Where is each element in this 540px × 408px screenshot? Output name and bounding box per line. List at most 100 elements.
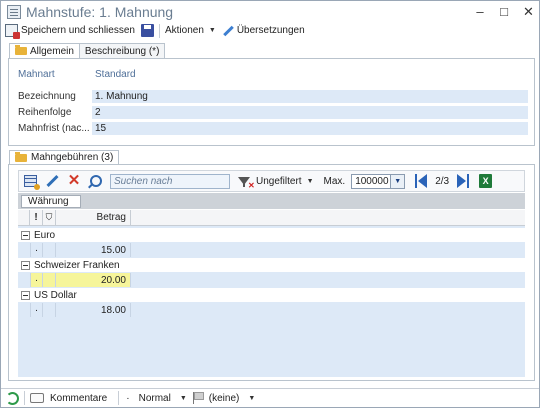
last-page-button[interactable] — [457, 174, 470, 188]
tab-mahngebuehren[interactable]: Mahngebühren (3) — [9, 150, 120, 164]
max-records-dropdown[interactable]: ▼ — [391, 173, 406, 189]
status-bar: Kommentare · Normal ▼ (keine) ▼ — [1, 388, 539, 407]
general-panel: Mahnart Standard Bezeichnung 1. Mahnung … — [8, 58, 535, 146]
page-indicator: 2/3 — [435, 175, 450, 187]
folder-icon — [15, 151, 27, 162]
table-row[interactable]: · 15.00 — [18, 243, 525, 257]
group-row-usd[interactable]: US Dollar — [18, 288, 525, 302]
excel-export-icon[interactable]: X — [479, 174, 493, 188]
save-icon[interactable] — [140, 24, 154, 37]
main-toolbar: Speichern und schliessen Aktionen ▼ Über… — [1, 22, 539, 39]
status-separator — [118, 391, 120, 405]
new-grid-icon — [23, 175, 40, 190]
chevron-down-icon: ▼ — [179, 394, 187, 402]
fees-panel: ✕ Suchen nach ✕ Ungefiltert ▼ Max. 10000… — [8, 164, 535, 381]
first-page-button[interactable] — [415, 174, 428, 188]
form-icon — [7, 4, 21, 19]
grid-body: Euro · 15.00 Schweizer Franken · 20.00 U — [18, 226, 525, 377]
search-input[interactable]: Suchen nach — [110, 173, 230, 189]
pencil-icon — [222, 25, 234, 37]
search-button[interactable] — [88, 173, 104, 189]
chevron-down-icon: ▼ — [248, 394, 256, 402]
flag-menu[interactable]: (keine) ▼ — [192, 392, 256, 404]
group-row-euro[interactable]: Euro — [18, 228, 525, 242]
translations-button[interactable]: Übersetzungen — [222, 25, 305, 37]
tab-label: Mahngebühren (3) — [31, 152, 114, 163]
filter-column-header[interactable]: ⛉ — [43, 209, 56, 226]
minimize-button[interactable]: – — [475, 4, 485, 20]
grid-header: ! ⛉ Betrag — [18, 209, 525, 226]
maximize-button[interactable]: □ — [499, 4, 509, 20]
amount-cell[interactable]: 15.00 — [56, 243, 131, 257]
chevron-down-icon: ▼ — [208, 27, 216, 34]
mahnart-label: Mahnart — [18, 69, 55, 80]
bezeichnung-label: Bezeichnung — [18, 91, 76, 102]
flag-icon — [192, 392, 204, 404]
delete-button[interactable]: ✕ — [66, 173, 82, 189]
comments-label: Kommentare — [50, 392, 108, 404]
mahnart-row: Mahnart Standard — [18, 68, 136, 81]
amount-cell[interactable]: 18.00 — [56, 303, 131, 317]
pencil-icon — [45, 174, 59, 188]
funnel-icon: ⛉ — [45, 212, 53, 222]
window-title: Mahnstufe: 1. Mahnung — [26, 3, 174, 20]
save-and-close-button[interactable]: Speichern und schliessen — [5, 24, 135, 39]
tab-beschreibung[interactable]: Beschreibung (*) — [78, 43, 166, 58]
group-label: Schweizer Franken — [34, 259, 120, 271]
close-button[interactable]: ✕ — [523, 4, 534, 20]
tab-label: Allgemein — [30, 45, 74, 57]
collapse-icon[interactable] — [21, 230, 30, 240]
table-row[interactable]: · 18.00 — [18, 303, 525, 317]
reihenfolge-field[interactable]: 2 — [92, 106, 528, 119]
max-label: Max. — [323, 175, 346, 187]
status-separator — [24, 391, 25, 405]
tab-label: Beschreibung (*) — [84, 45, 160, 57]
save-close-icon — [5, 24, 20, 39]
title-bar: Mahnstufe: 1. Mahnung – □ ✕ — [1, 1, 539, 22]
max-records-input[interactable]: 100000 — [351, 173, 392, 189]
filter-icon: ✕ — [238, 177, 255, 190]
row-marker: · — [30, 303, 43, 317]
mahnfrist-field[interactable]: 15 — [92, 122, 528, 135]
actions-menu-button[interactable]: Aktionen ▼ — [165, 25, 216, 36]
chevron-down-icon: ▼ — [306, 177, 314, 185]
main-tabs: Allgemein Beschreibung (*) — [9, 43, 166, 58]
reihenfolge-label: Reihenfolge — [18, 107, 72, 118]
flag-label: (keine) — [208, 392, 240, 404]
grid-toolbar: ✕ Suchen nach ✕ Ungefiltert ▼ Max. 10000… — [18, 170, 525, 192]
new-record-button[interactable] — [22, 173, 40, 190]
amount-cell[interactable]: 20.00 — [56, 273, 131, 287]
history-icon[interactable] — [6, 391, 19, 405]
save-and-close-label: Speichern und schliessen — [21, 25, 135, 36]
mahnfrist-label: Mahnfrist (nac... — [18, 123, 90, 134]
mahnart-value[interactable]: Standard — [92, 68, 136, 81]
row-marker: · — [30, 243, 43, 257]
mahnfrist-row: Mahnfrist (nac... 15 — [18, 122, 528, 135]
row-marker: · — [30, 273, 43, 287]
priority-dot-icon: · — [126, 392, 130, 404]
exclamation-column-header[interactable]: ! — [30, 209, 43, 226]
group-by-panel: Währung — [18, 193, 525, 209]
filter-label: Ungefiltert — [256, 175, 302, 187]
dialog-window: Mahnstufe: 1. Mahnung – □ ✕ Speichern un… — [0, 0, 540, 408]
collapse-icon[interactable] — [21, 260, 30, 270]
tab-allgemein[interactable]: Allgemein — [9, 43, 80, 58]
comments-button[interactable]: Kommentare — [30, 393, 107, 404]
group-row-chf[interactable]: Schweizer Franken — [18, 258, 525, 272]
group-label: US Dollar — [34, 289, 77, 301]
edit-button[interactable] — [44, 173, 60, 189]
search-icon — [90, 175, 102, 187]
priority-menu[interactable]: · Normal ▼ — [124, 393, 187, 404]
amount-column-header[interactable]: Betrag — [56, 209, 131, 226]
toolbar-separator — [158, 23, 160, 38]
table-row[interactable]: · 20.00 — [18, 273, 525, 287]
folder-icon — [15, 45, 27, 55]
window-controls: – □ ✕ — [475, 4, 534, 20]
bezeichnung-field[interactable]: 1. Mahnung — [92, 90, 528, 103]
collapse-icon[interactable] — [21, 290, 30, 300]
bezeichnung-row: Bezeichnung 1. Mahnung — [18, 90, 528, 103]
translations-label: Übersetzungen — [236, 25, 305, 36]
filter-menu-button[interactable]: ✕ Ungefiltert ▼ — [238, 175, 314, 190]
group-by-currency-chip[interactable]: Währung — [21, 194, 81, 208]
comment-bubble-icon — [30, 393, 44, 403]
